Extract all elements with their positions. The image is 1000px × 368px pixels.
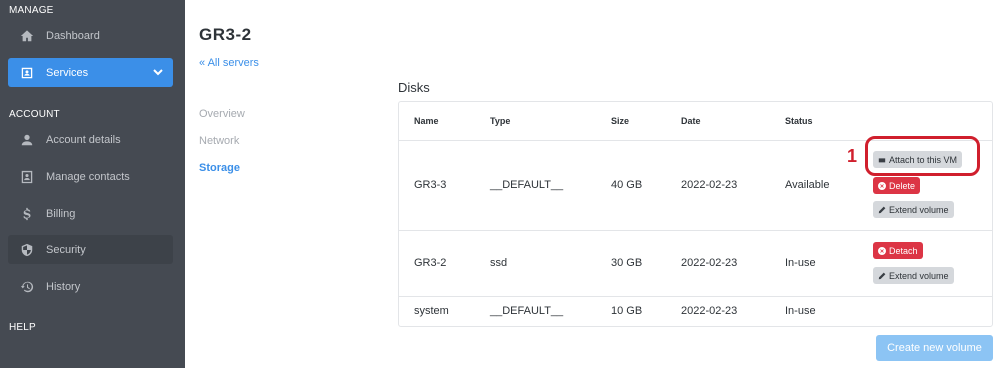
row-divider xyxy=(399,230,992,231)
row-divider xyxy=(399,296,992,297)
disk-status: In-use xyxy=(785,305,816,317)
disk-date: 2022-02-23 xyxy=(681,257,738,269)
sidebar-item-account-details[interactable]: Account details xyxy=(8,125,173,154)
sidebar-item-billing[interactable]: Billing xyxy=(8,199,173,228)
column-header-name: Name xyxy=(414,116,439,126)
close-circle-icon xyxy=(878,181,886,190)
user-icon xyxy=(8,133,46,147)
disk-status: In-use xyxy=(785,257,816,269)
tab-storage[interactable]: Storage xyxy=(199,162,240,174)
sidebar-item-label: History xyxy=(46,280,81,293)
close-circle-icon xyxy=(878,246,886,255)
all-servers-link[interactable]: « All servers xyxy=(199,57,259,69)
app-root: MANAGE Dashboard Services ACCOUNT Accoun… xyxy=(0,0,1000,368)
disk-name: GR3-3 xyxy=(414,179,447,191)
column-header-size: Size xyxy=(611,116,630,126)
disk-name: system xyxy=(414,305,449,317)
chevron-down-icon xyxy=(152,66,164,81)
sidebar-item-label: Manage contacts xyxy=(46,170,130,183)
pencil-icon xyxy=(878,206,886,213)
sidebar: MANAGE Dashboard Services ACCOUNT Accoun… xyxy=(0,0,185,368)
section-label-manage: MANAGE xyxy=(9,5,54,16)
disk-type: ssd xyxy=(490,257,508,269)
history-icon xyxy=(8,280,46,294)
delete-button[interactable]: Delete xyxy=(873,177,921,194)
tab-network[interactable]: Network xyxy=(199,135,239,147)
section-label-account: ACCOUNT xyxy=(9,109,60,120)
column-header-date: Date xyxy=(681,116,701,126)
disks-title: Disks xyxy=(398,80,430,95)
disk-status: Available xyxy=(785,179,830,191)
column-header-type: Type xyxy=(490,116,511,126)
disk-name: GR3-2 xyxy=(414,257,447,269)
extend-volume-button[interactable]: Extend volume xyxy=(873,201,954,218)
disk-date: 2022-02-23 xyxy=(681,305,738,317)
disk-date: 2022-02-23 xyxy=(681,179,738,191)
sidebar-item-label: Security xyxy=(46,243,86,256)
page-title: GR3-2 xyxy=(199,25,252,44)
sidebar-item-label: Billing xyxy=(46,207,76,220)
dollar-icon xyxy=(8,207,46,221)
contacts-icon xyxy=(8,170,46,184)
sidebar-item-manage-contacts[interactable]: Manage contacts xyxy=(8,162,173,191)
sidebar-item-services[interactable]: Services xyxy=(8,58,173,87)
annotation-ring xyxy=(865,136,980,176)
detach-button[interactable]: Detach xyxy=(873,242,923,259)
pencil-icon xyxy=(878,272,886,279)
sidebar-item-dashboard[interactable]: Dashboard xyxy=(8,21,173,50)
disk-type: __DEFAULT__ xyxy=(490,179,564,191)
sidebar-item-label: Dashboard xyxy=(46,29,100,42)
extend-volume-button[interactable]: Extend volume xyxy=(873,267,954,284)
sidebar-item-label: Services xyxy=(46,66,89,79)
disk-type: __DEFAULT__ xyxy=(490,305,564,317)
id-card-icon xyxy=(8,66,46,80)
create-new-volume-button[interactable]: Create new volume xyxy=(876,335,993,361)
home-icon xyxy=(8,29,46,43)
disk-size: 10 GB xyxy=(611,305,643,317)
tab-overview[interactable]: Overview xyxy=(199,108,245,120)
sidebar-item-label: Account details xyxy=(46,133,121,146)
disk-size: 30 GB xyxy=(611,257,643,269)
column-header-status: Status xyxy=(785,116,813,126)
sidebar-item-security[interactable]: Security xyxy=(8,235,173,264)
section-label-help: HELP xyxy=(9,322,36,333)
shield-icon xyxy=(8,243,46,257)
disk-size: 40 GB xyxy=(611,179,643,191)
sidebar-item-history[interactable]: History xyxy=(8,272,173,301)
annotation-number: 1 xyxy=(847,146,858,166)
